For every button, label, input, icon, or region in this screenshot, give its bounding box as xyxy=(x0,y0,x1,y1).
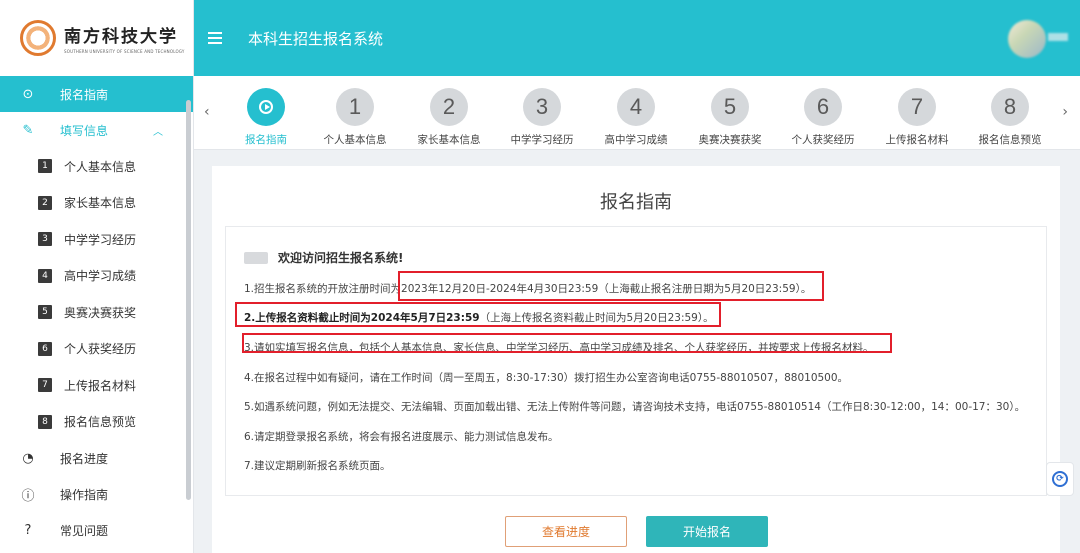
sidebar: 南方科技大学 SOUTHERN UNIVERSITY OF SCIENCE AN… xyxy=(0,0,194,553)
sidebar-item-label: 填写信息 xyxy=(60,123,109,138)
sidebar-subitem-personal[interactable]: 1 个人基本信息 xyxy=(0,148,193,185)
step-label: 奥赛决赛获奖 xyxy=(698,134,762,146)
step-circle: 8 xyxy=(991,88,1029,126)
sidebar-item-operation-guide[interactable]: ⓘ 操作指南 xyxy=(0,476,193,512)
step-circle: 6 xyxy=(804,88,842,126)
welcome-icon xyxy=(244,251,268,264)
step-label: 个人获奖经历 xyxy=(791,134,855,146)
welcome-text: 欢迎访问招生报名系统! xyxy=(278,251,404,265)
sidebar-item-label: 报名进度 xyxy=(60,451,109,466)
step-circle: 5 xyxy=(711,88,749,126)
number-badge: 4 xyxy=(38,268,52,283)
sidebar-item-label: 报名指南 xyxy=(60,87,109,102)
number-badge: 5 xyxy=(38,305,52,320)
logo-english-name: SOUTHERN UNIVERSITY OF SCIENCE AND TECHN… xyxy=(64,49,185,54)
step-1[interactable]: 1 个人基本信息 xyxy=(315,88,395,147)
step-label: 高中学习成绩 xyxy=(604,134,668,146)
step-2[interactable]: 2 家长基本信息 xyxy=(409,88,489,147)
sidebar-subitem-label: 家长基本信息 xyxy=(64,196,137,211)
guide-line-5: 5.如遇系统问题，例如无法提交、无法编辑、页面加载出错、无法上传附件等问题，请咨… xyxy=(244,401,1026,413)
step-label: 中学学习经历 xyxy=(510,134,574,146)
step-4[interactable]: 4 高中学习成绩 xyxy=(596,88,676,147)
help-icon: ⟳ xyxy=(1052,471,1068,487)
step-label: 报名指南 xyxy=(245,134,287,146)
sidebar-subitem-olympiad[interactable]: 5 奥赛决赛获奖 xyxy=(0,294,193,331)
start-registration-button[interactable]: 开始报名 xyxy=(646,516,768,547)
sidebar-subitem-preview[interactable]: 8 报名信息预览 xyxy=(0,404,193,441)
sidebar-item-guide[interactable]: ⊙ 报名指南 xyxy=(0,76,193,112)
highlight-box-line3 xyxy=(242,333,892,353)
sidebar-subitem-label: 个人基本信息 xyxy=(64,159,137,174)
university-logo[interactable]: 南方科技大学 SOUTHERN UNIVERSITY OF SCIENCE AN… xyxy=(0,0,193,76)
sidebar-item-label: 常见问题 xyxy=(60,523,109,538)
sidebar-subitem-awards[interactable]: 6 个人获奖经历 xyxy=(0,331,193,368)
sidebar-subitem-middle-school[interactable]: 3 中学学习经历 xyxy=(0,221,193,258)
sidebar-item-label: 操作指南 xyxy=(60,487,109,502)
highlight-box-line1 xyxy=(398,271,824,301)
view-progress-button[interactable]: 查看进度 xyxy=(505,516,627,547)
user-name-blurred[interactable] xyxy=(1048,33,1068,41)
sidebar-subitem-label: 中学学习经历 xyxy=(64,232,137,247)
highlight-box-line2 xyxy=(235,302,721,327)
chevron-up-icon: ︿ xyxy=(153,126,163,138)
number-badge: 1 xyxy=(38,159,52,174)
sidebar-subitem-label: 报名信息预览 xyxy=(64,415,137,430)
step-circle: 3 xyxy=(523,88,561,126)
system-title: 本科生招生报名系统 xyxy=(248,29,384,48)
user-avatar[interactable] xyxy=(1008,20,1046,58)
guide-info-box: 欢迎访问招生报名系统! 1.招生报名系统的开放注册时间为2023年12月20日-… xyxy=(225,226,1047,496)
play-circle-icon: ⊙ xyxy=(22,86,34,102)
menu-toggle-icon[interactable] xyxy=(208,32,222,44)
sidebar-item-progress[interactable]: ◔ 报名进度 xyxy=(0,440,193,476)
sidebar-subitem-label: 奥赛决赛获奖 xyxy=(64,305,137,320)
edit-icon: ✎ xyxy=(22,122,34,138)
guide-line-6: 6.请定期登录报名系统，将会有报名进度展示、能力测试信息发布。 xyxy=(244,431,559,443)
step-7[interactable]: 7 上传报名材料 xyxy=(877,88,957,147)
main-card: 报名指南 欢迎访问招生报名系统! 1.招生报名系统的开放注册时间为2023年12… xyxy=(212,166,1060,553)
number-badge: 2 xyxy=(38,195,52,210)
guide-line-4: 4.在报名过程中如有疑问，请在工作时间（周一至周五，8:30-17:30）拨打招… xyxy=(244,372,849,384)
number-badge: 3 xyxy=(38,232,52,247)
step-circle: 7 xyxy=(898,88,936,126)
sidebar-subitem-upload[interactable]: 7 上传报名材料 xyxy=(0,367,193,404)
step-label: 报名信息预览 xyxy=(978,134,1042,146)
gauge-icon: ◔ xyxy=(22,450,34,466)
step-circle xyxy=(247,88,285,126)
guide-icon: ⓘ xyxy=(21,488,35,504)
sidebar-item-faq[interactable]: ? 常见问题 xyxy=(0,512,193,548)
top-header: 本科生招生报名系统 xyxy=(194,0,1080,76)
guide-line-7: 7.建议定期刷新报名系统页面。 xyxy=(244,460,391,472)
university-emblem-icon xyxy=(20,20,56,56)
step-8[interactable]: 8 报名信息预览 xyxy=(970,88,1050,147)
number-badge: 7 xyxy=(38,378,52,393)
number-badge: 8 xyxy=(38,414,52,429)
question-circle-icon: ? xyxy=(24,522,32,538)
sidebar-subitem-grades[interactable]: 4 高中学习成绩 xyxy=(0,258,193,295)
sidebar-scrollbar[interactable] xyxy=(186,100,191,500)
chevron-left-icon[interactable]: ‹ xyxy=(204,104,210,120)
step-label: 个人基本信息 xyxy=(323,134,387,146)
step-6[interactable]: 6 个人获奖经历 xyxy=(783,88,863,147)
step-circle: 1 xyxy=(336,88,374,126)
play-icon xyxy=(259,100,273,114)
steps-bar: ‹ 报名指南 1 个人基本信息 2 家长基本信息 3 中学学习经历 4 高中学习… xyxy=(194,76,1080,150)
step-circle: 4 xyxy=(617,88,655,126)
step-guide[interactable]: 报名指南 xyxy=(226,88,306,147)
step-circle: 2 xyxy=(430,88,468,126)
sidebar-subitem-label: 上传报名材料 xyxy=(64,378,137,393)
step-5[interactable]: 5 奥赛决赛获奖 xyxy=(690,88,770,147)
number-badge: 6 xyxy=(38,341,52,356)
page-title: 报名指南 xyxy=(600,192,672,213)
logo-chinese-name: 南方科技大学 xyxy=(64,27,178,47)
sidebar-item-fill-info[interactable]: ✎ 填写信息 ︿ xyxy=(0,112,193,148)
welcome-heading: 欢迎访问招生报名系统! xyxy=(244,249,403,266)
floating-help-button[interactable]: ⟳ xyxy=(1046,462,1074,496)
step-label: 家长基本信息 xyxy=(417,134,481,146)
step-3[interactable]: 3 中学学习经历 xyxy=(502,88,582,147)
chevron-right-icon[interactable]: › xyxy=(1062,104,1068,120)
sidebar-subitem-label: 高中学习成绩 xyxy=(64,269,137,284)
step-label: 上传报名材料 xyxy=(885,134,949,146)
sidebar-subitem-parents[interactable]: 2 家长基本信息 xyxy=(0,185,193,222)
sidebar-subitem-label: 个人获奖经历 xyxy=(64,342,137,357)
